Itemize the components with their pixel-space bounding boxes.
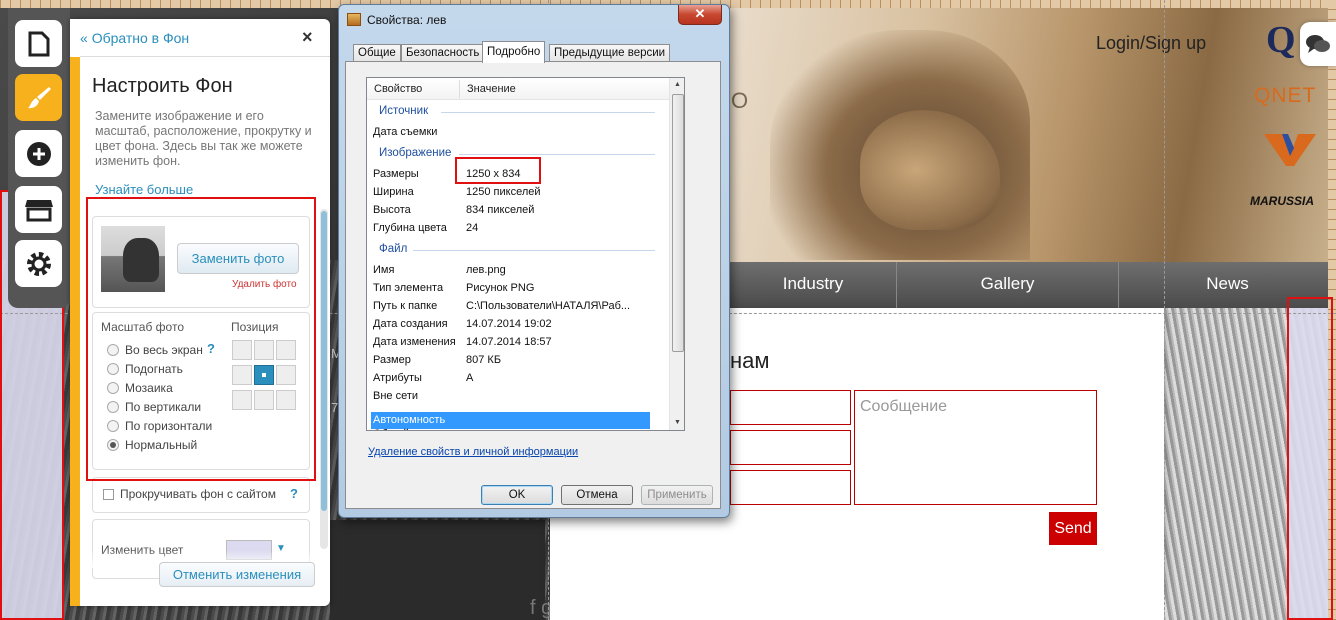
- prop-key-selected[interactable]: Автономность: [373, 414, 445, 426]
- prop-value: A: [466, 372, 474, 384]
- add-tool[interactable]: [15, 130, 62, 177]
- prop-value: Рисунок PNG: [466, 282, 535, 294]
- prop-value: 14.07.2014 18:57: [466, 336, 552, 348]
- settings-tool[interactable]: [15, 240, 62, 287]
- contact-heading: нам: [730, 348, 770, 373]
- column-property[interactable]: Свойство: [374, 83, 422, 95]
- panel-scroll-thumb[interactable]: [321, 211, 327, 511]
- phone-field[interactable]: [730, 470, 851, 505]
- prop-key: Тип элемента: [373, 282, 444, 294]
- column-value[interactable]: Значение: [467, 83, 516, 95]
- prop-value: 834 пикселей: [466, 204, 535, 216]
- gear-icon: [26, 251, 51, 276]
- prop-key: Имя: [373, 264, 395, 276]
- prop-key: Ширина: [373, 186, 414, 198]
- prop-key: Размеры: [373, 168, 419, 180]
- prop-value: лев.png: [466, 264, 506, 276]
- properties-list[interactable]: Свойство Значение Источник Дата съемки И…: [366, 77, 685, 431]
- group-file: Файл: [379, 243, 408, 255]
- panel-title: Настроить Фон: [92, 75, 233, 97]
- cancel-button[interactable]: Отмена: [561, 485, 633, 505]
- content-area-lower: [550, 584, 1164, 620]
- site-nav: Industry Gallery News: [730, 262, 1336, 308]
- send-button[interactable]: Send: [1049, 512, 1097, 545]
- scroll-with-site-checkbox[interactable]: [103, 489, 114, 500]
- highlight-box-right: [1287, 297, 1333, 620]
- group-line: [459, 154, 655, 155]
- group-source: Источник: [379, 105, 429, 117]
- apply-button[interactable]: Применить: [641, 485, 713, 505]
- chat-button[interactable]: [1300, 22, 1336, 66]
- marussia-logo: MARUSSIA: [1250, 194, 1315, 208]
- highlight-box-dimensions: [455, 157, 541, 184]
- panel-accent-stripe: [70, 57, 80, 606]
- message-placeholder: Сообщение: [860, 398, 948, 415]
- dialog-title: Свойства: лев: [367, 13, 447, 27]
- v-logo: [1264, 134, 1316, 166]
- prop-key: Глубина цвета: [373, 222, 447, 234]
- page-icon: [28, 31, 49, 56]
- prop-value: 807 КБ: [466, 354, 502, 366]
- group-line: [413, 250, 655, 251]
- store-icon: [24, 199, 53, 221]
- email-field[interactable]: [730, 430, 851, 465]
- footer-strip: f g+: [330, 520, 564, 620]
- q-logo: Q: [1266, 19, 1296, 61]
- prop-key: Вне сети: [373, 390, 419, 402]
- plus-circle-icon: [26, 141, 51, 166]
- prop-value: 14.07.2014 19:02: [466, 318, 552, 330]
- double-chevron-left-icon: «: [80, 30, 88, 46]
- login-signup-link[interactable]: Login/Sign up: [1096, 33, 1206, 54]
- prop-key: Высота: [373, 204, 411, 216]
- prop-key: Дата съемки: [373, 126, 438, 138]
- tab-details[interactable]: Подробно: [482, 41, 546, 63]
- group-image: Изображение: [379, 147, 452, 159]
- dialog-close-button[interactable]: ✕: [678, 5, 722, 25]
- qnet-logo: QNET: [1254, 84, 1317, 107]
- help-icon[interactable]: ?: [290, 486, 298, 501]
- chat-icon: [1306, 35, 1330, 53]
- back-link-label: Обратно в Фон: [91, 30, 190, 46]
- prop-key: Дата создания: [373, 318, 448, 330]
- learn-more-link[interactable]: Узнайте больше: [95, 182, 193, 197]
- properties-dialog: Свойства: лев ✕ Общие Безопасность Подро…: [338, 4, 730, 518]
- prop-value: C:\Пользователи\НАТАЛЯ\Раб...: [466, 300, 631, 312]
- prop-key: Путь к папке: [373, 300, 438, 312]
- remove-properties-link[interactable]: Удаление свойств и личной информации: [368, 446, 578, 458]
- prop-key: Атрибуты: [373, 372, 422, 384]
- group-line: [441, 112, 655, 113]
- scroll-with-site-label[interactable]: Прокручивать фон с сайтом: [120, 487, 276, 501]
- guide-line: [1164, 0, 1165, 620]
- highlight-box-panel: [86, 197, 316, 481]
- design-tool[interactable]: [15, 74, 62, 121]
- list-header: Свойство Значение: [367, 78, 669, 100]
- panel-scrollbar[interactable]: [320, 209, 328, 549]
- store-tool[interactable]: [15, 186, 62, 233]
- cancel-changes-button[interactable]: Отменить изменения: [159, 562, 315, 587]
- list-scrollbar[interactable]: ▲ ▼: [669, 78, 684, 430]
- prop-value: 24: [466, 222, 479, 234]
- stray-letter: О: [731, 88, 749, 113]
- prop-key: Размер: [373, 354, 411, 366]
- brush-icon: [27, 86, 51, 108]
- column-divider: [459, 80, 460, 98]
- prop-value: 1250 пикселей: [466, 186, 541, 198]
- back-link[interactable]: « Обратно в Фон: [80, 30, 189, 46]
- list-scroll-thumb[interactable]: [672, 94, 684, 352]
- pages-tool[interactable]: [15, 20, 62, 67]
- panel-description: Замените изображение и его масштаб, расп…: [95, 109, 312, 168]
- ok-button[interactable]: OK: [481, 485, 553, 505]
- lion-banner-image: [730, 0, 1336, 262]
- nav-gallery[interactable]: Gallery: [896, 262, 1118, 308]
- scroll-up-icon[interactable]: ▲: [674, 81, 681, 88]
- close-button[interactable]: ×: [302, 27, 313, 48]
- divider: [80, 56, 330, 57]
- nav-industry[interactable]: Industry: [730, 262, 896, 308]
- name-field[interactable]: [730, 390, 851, 425]
- prop-key: Общий доступ: [373, 428, 447, 430]
- prop-key: Дата изменения: [373, 336, 456, 348]
- file-icon: [347, 13, 361, 26]
- scroll-down-icon[interactable]: ▼: [674, 419, 681, 426]
